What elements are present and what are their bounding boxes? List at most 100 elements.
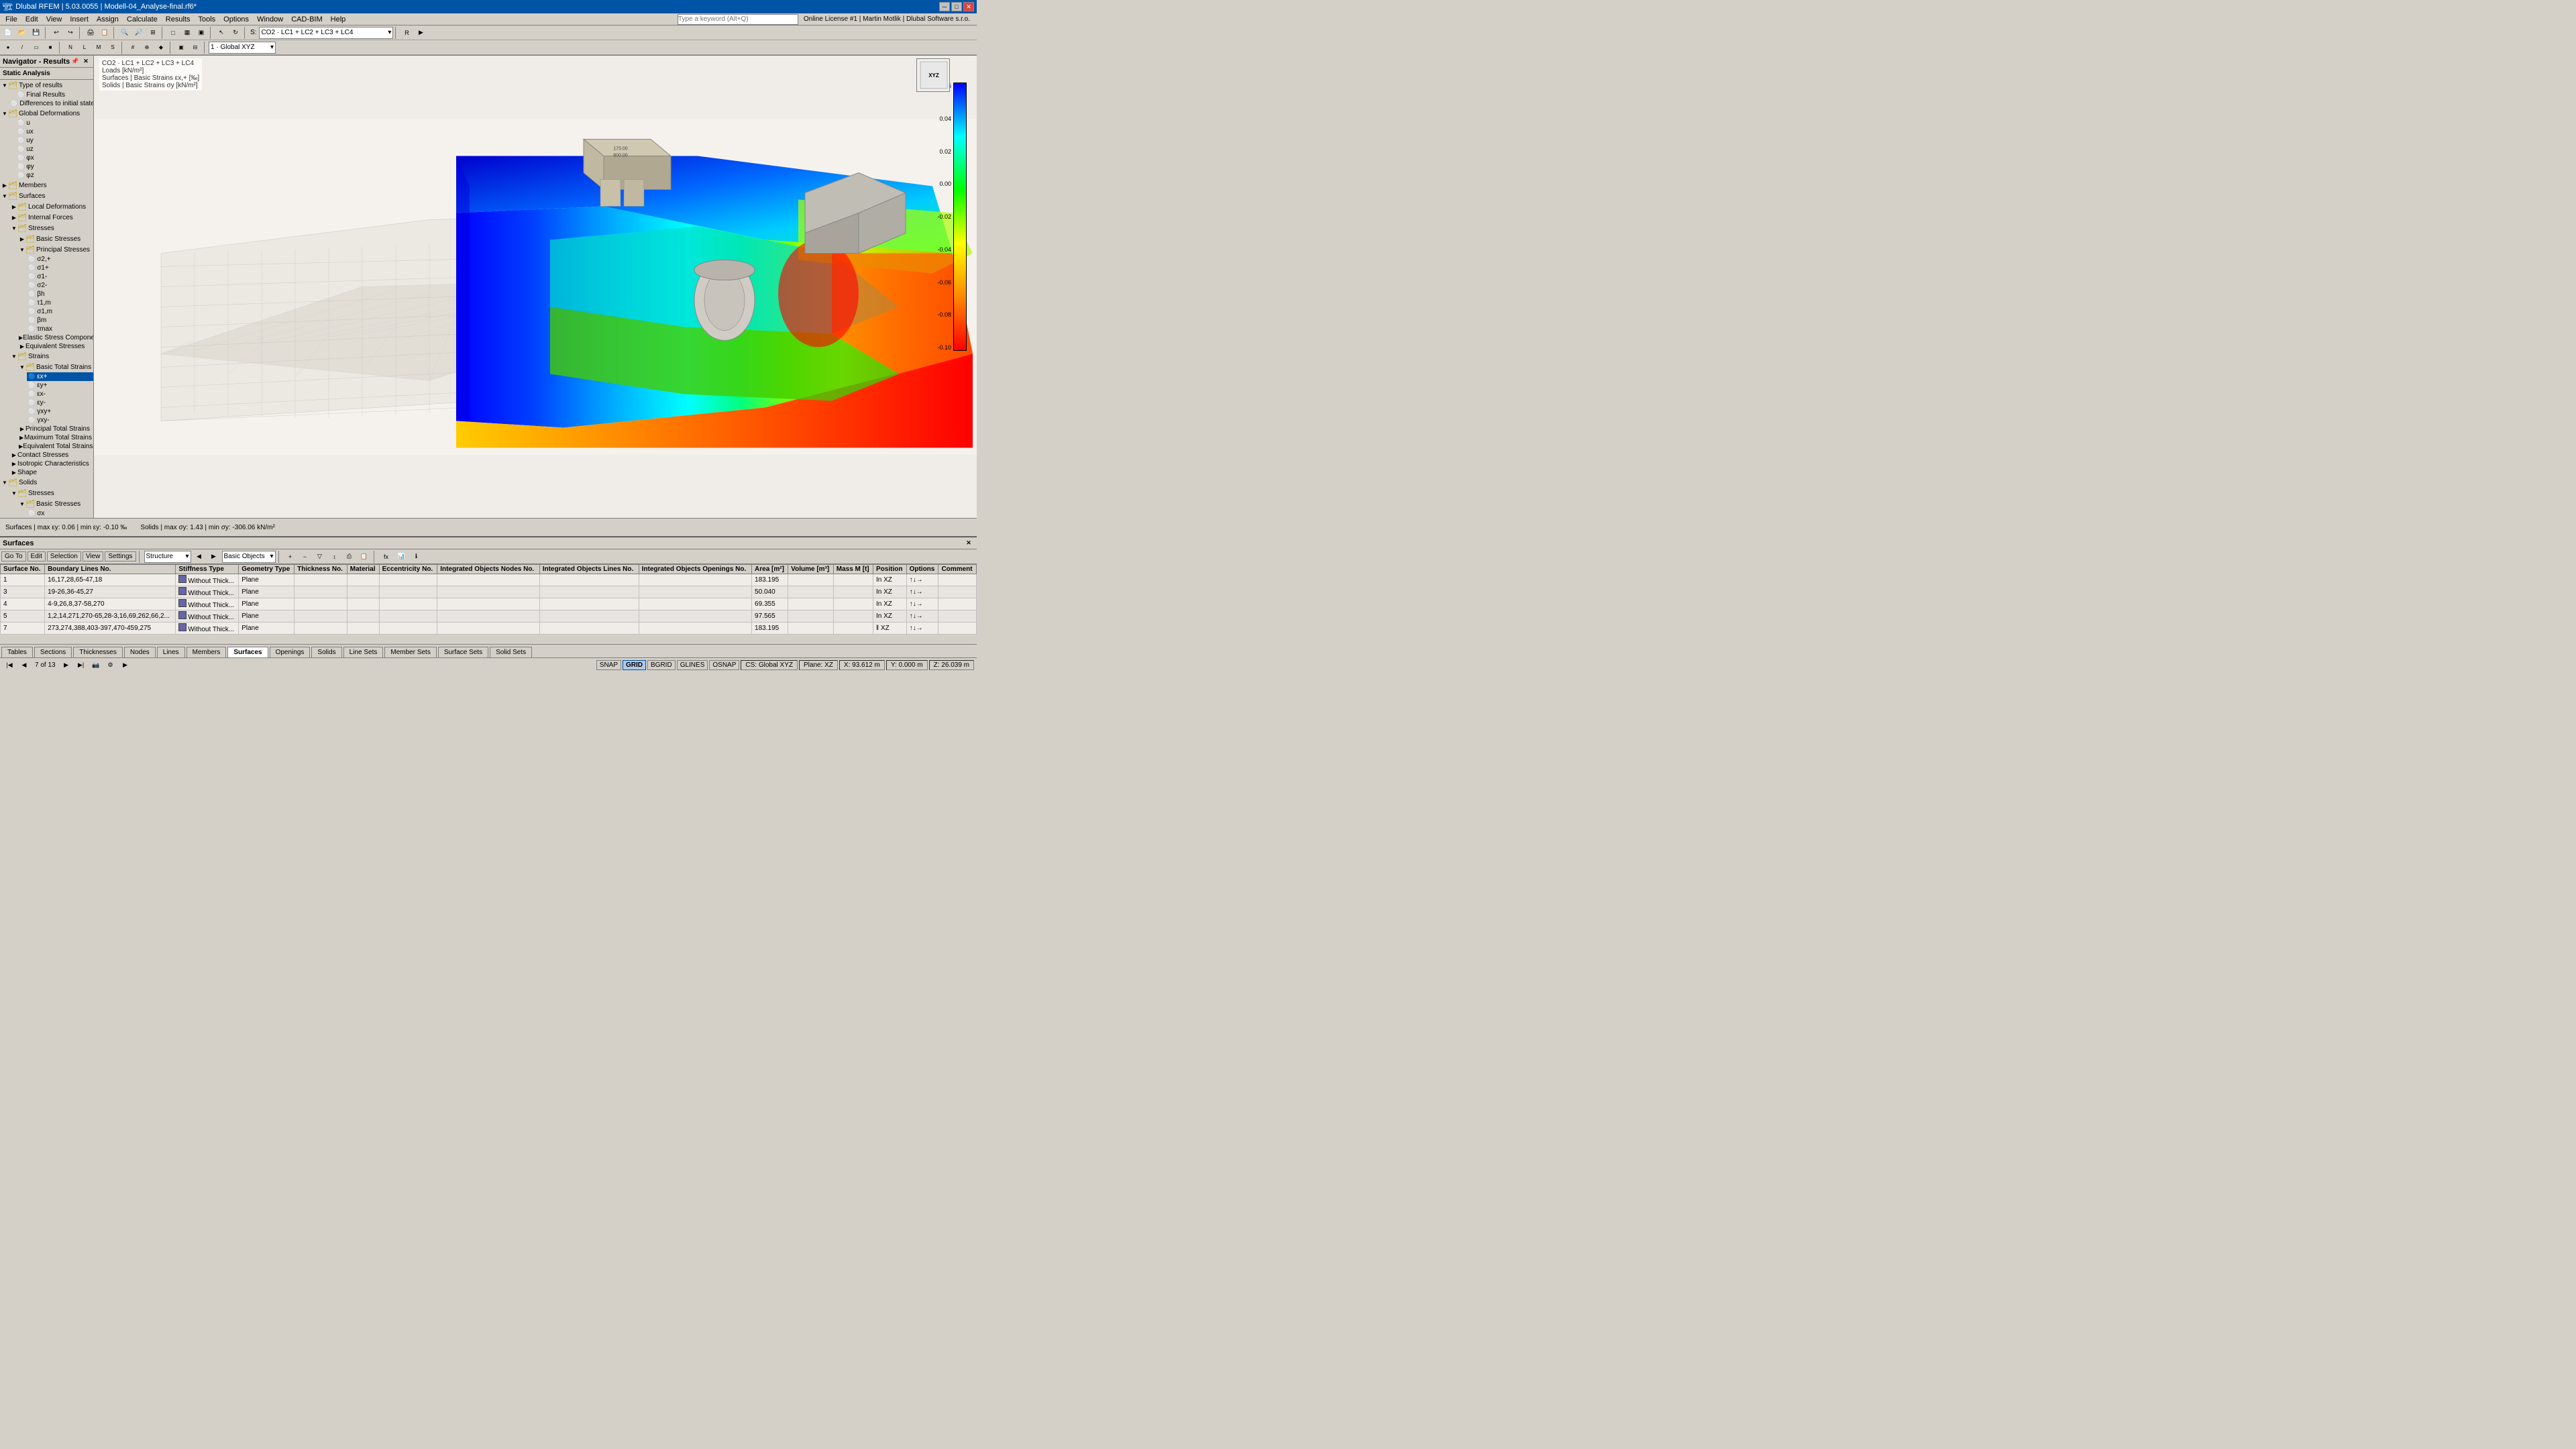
expand-icon[interactable]: ▼ [1,110,8,117]
nav-strains[interactable]: ▼ 🗂 Strains [0,351,93,362]
nav-solid-basic-stresses[interactable]: ▼ 🗂 Basic Stresses [0,498,93,509]
tb-wireframe[interactable]: ⊟ [189,42,202,54]
coord-system-combo[interactable]: 1 · Global XYZ ▾ [209,42,276,54]
osnap-btn[interactable]: OSNAP [709,660,739,670]
nav-phiy[interactable]: ⚪ φy [0,162,93,171]
statusbar-icon2[interactable]: ⚙ [104,659,117,672]
nav-local-deformations[interactable]: ▶ 🗂 Local Deformations [0,201,93,212]
expand-icon[interactable]: ▼ [1,82,8,89]
nav-gxy-plus[interactable]: ⚪γxy+ [27,407,93,416]
col-options[interactable]: Options [906,565,938,574]
table-row[interactable]: 116,17,28,65-47,18Without Thick...Plane1… [1,574,977,586]
expand-icon[interactable]: ▼ [1,193,8,199]
nav-isotropic[interactable]: ▶ Isotropic Characteristics [0,460,93,468]
tab-member-sets[interactable]: Member Sets [384,647,436,657]
nav-stresses[interactable]: ▼ 🗂 Stresses [0,223,93,233]
nav-sigma2p[interactable]: ⚪σ2,+ [27,255,93,264]
search-input[interactable] [678,14,798,25]
menu-view[interactable]: View [42,15,66,24]
nav-ey-plus[interactable]: ⚪εy+ [27,381,93,390]
tab-thicknesses[interactable]: Thicknesses [73,647,123,657]
filter-next[interactable]: ▶ [207,551,221,563]
nav-sigma1m[interactable]: ⚪σ1- [27,272,93,281]
nav-uy[interactable]: ⚪ uy [0,136,93,145]
tb-chart[interactable]: 📊 [395,551,409,563]
expand-icon[interactable]: ▼ [19,500,25,507]
expand-icon[interactable]: ▼ [11,225,17,231]
3d-scene[interactable]: 175.00 800.00 [94,56,977,518]
goto-label[interactable]: Go To [1,551,26,561]
tb-view-top[interactable]: ▣ [195,27,208,39]
expand-icon[interactable]: ▶ [1,182,8,189]
close-button[interactable]: ✕ [963,2,974,11]
nav-sx[interactable]: ⚪σx [27,509,93,518]
tb-print[interactable]: 🖨 [84,27,97,39]
col-position[interactable]: Position [873,565,907,574]
nav-max-total-strains[interactable]: ▶ Maximum Total Strains [0,433,93,442]
title-bar-controls[interactable]: ─ □ ✕ [939,2,974,11]
nav-final-results[interactable]: ⚪ Final Results [0,91,93,99]
nav-elastic-stress[interactable]: ▶ Elastic Stress Components [0,333,93,342]
load-case-combo[interactable]: CO2 · LC1 + LC2 + LC3 + LC4 ▾ [259,27,393,39]
tb-view-front[interactable]: ▦ [180,27,194,39]
tb-results[interactable]: R [400,27,413,39]
tab-solids[interactable]: Solids [311,647,341,657]
nav-ey-minus[interactable]: ⚪εy- [27,398,93,407]
nav-principal-total-strains[interactable]: ▶ Principal Total Strains [0,425,93,433]
menu-file[interactable]: File [1,15,21,24]
filter-combo[interactable]: Structure ▾ [144,551,191,563]
minimize-button[interactable]: ─ [939,2,950,11]
col-boundary[interactable]: Boundary Lines No. [45,565,176,574]
nav-shape[interactable]: ▶ Shape [0,468,93,477]
tb-table-copy[interactable]: 📋 [358,551,371,563]
tb-table-export[interactable]: ⎙ [343,551,356,563]
menu-cadcam[interactable]: CAD-BIM [287,15,326,24]
menu-tools[interactable]: Tools [194,15,219,24]
nav-pin[interactable]: 📌 [70,57,80,66]
expand-icon[interactable]: ▶ [11,203,17,210]
table-row[interactable]: 7273,274,388,403-397,470-459,275Without … [1,623,977,635]
nav-tau1m[interactable]: ⚪τ1,m [27,299,93,307]
tb-display-surfaces[interactable]: S [106,42,119,54]
nav-equiv-total-strains[interactable]: ▶ Equivalent Total Strains [0,442,93,451]
col-comment[interactable]: Comment [938,565,977,574]
tb-line[interactable]: / [15,42,29,54]
menu-assign[interactable]: Assign [93,15,123,24]
expand-icon[interactable]: ▶ [11,452,17,459]
nav-members[interactable]: ▶ 🗂 Members [0,180,93,191]
col-mass[interactable]: Mass M [t] [833,565,873,574]
col-int-nodes[interactable]: Integrated Objects Nodes No. [437,565,540,574]
menu-results[interactable]: Results [162,15,195,24]
tb-display-members[interactable]: M [92,42,105,54]
nav-differences[interactable]: ⚪ Differences to initial state [0,99,93,108]
col-material[interactable]: Material [347,565,379,574]
nav-phix[interactable]: ⚪ φx [0,154,93,162]
col-int-openings[interactable]: Integrated Objects Openings No. [639,565,751,574]
nav-ex-plus[interactable]: 🔵εx+ [27,372,93,381]
tb-snap-grid[interactable]: # [126,42,140,54]
statusbar-icon1[interactable]: 📷 [89,659,103,672]
nav-solid-stresses[interactable]: ▼ 🗂 Stresses [0,488,93,498]
table-container[interactable]: Surface No. Boundary Lines No. Stiffness… [0,564,977,644]
nav-equivalent-stresses[interactable]: ▶ Equivalent Stresses [0,342,93,351]
nav-phiz[interactable]: ⚪ φz [0,171,93,180]
col-area[interactable]: Area [m²] [752,565,788,574]
col-int-lines[interactable]: Integrated Objects Lines No. [539,565,639,574]
menu-edit[interactable]: Edit [21,15,42,24]
table-row[interactable]: 51,2,14,271,270-65,28-3,16,69,262,66,2..… [1,610,977,623]
bgrid-btn[interactable]: BGRID [647,660,676,670]
expand-icon[interactable]: ▼ [19,364,25,370]
nav-principal-stresses[interactable]: ▼ 🗂 Principal Stresses [0,244,93,255]
statusbar-icon3[interactable]: ▶ [119,659,132,672]
nav-type-of-results[interactable]: ▼ 🗂 Type of results [0,80,93,91]
tb-snap-mid[interactable]: ◆ [154,42,168,54]
table-row[interactable]: 44-9,26,8,37-58,270Without Thick...Plane… [1,598,977,610]
glines-btn[interactable]: GLINES [677,660,708,670]
expand-icon[interactable]: ▼ [11,353,17,360]
nav-sigma2m[interactable]: ⚪σ2- [27,281,93,290]
nav-gxy-minus[interactable]: ⚪γxy- [27,416,93,425]
expand-icon[interactable]: ▼ [11,490,17,496]
tb-new[interactable]: 📄 [1,27,15,39]
tb-animate[interactable]: ▶ [414,27,427,39]
col-stiffness[interactable]: Stiffness Type [176,565,239,574]
